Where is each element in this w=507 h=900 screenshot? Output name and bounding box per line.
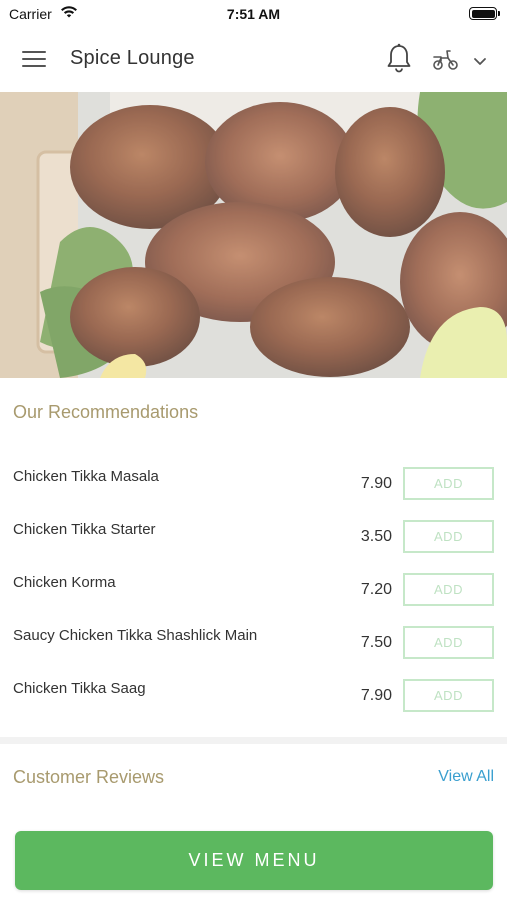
item-price: 7.20 — [360, 581, 392, 598]
restaurant-title: Spice Lounge — [70, 47, 195, 69]
section-divider — [0, 737, 507, 744]
scooter-icon — [433, 50, 458, 70]
recommendations-title: Our Recommendations — [13, 402, 199, 422]
item-name: Chicken Korma — [13, 574, 116, 591]
reviews-title: Customer Reviews — [13, 767, 165, 787]
add-button[interactable]: ADD — [403, 626, 494, 659]
view-all-reviews-link[interactable]: View All — [438, 768, 494, 786]
item-price: 7.50 — [360, 634, 392, 651]
recommendations-list: Chicken Tikka Masala 7.90 ADD Chicken Ti… — [0, 455, 507, 720]
list-item: Chicken Korma 7.20 ADD — [0, 561, 507, 614]
add-button[interactable]: ADD — [403, 467, 494, 500]
delivery-mode-selector[interactable] — [430, 46, 492, 74]
item-price: 7.90 — [360, 475, 392, 492]
list-item: Chicken Tikka Saag 7.90 ADD — [0, 667, 507, 720]
item-name: Chicken Tikka Starter — [13, 521, 156, 538]
list-item: Chicken Tikka Masala 7.90 ADD — [0, 455, 507, 508]
chevron-down-icon — [474, 58, 486, 65]
item-price: 7.90 — [360, 687, 392, 704]
status-time: 7:51 AM — [226, 6, 281, 22]
item-name: Chicken Tikka Masala — [13, 468, 159, 485]
list-item: Chicken Tikka Starter 3.50 ADD — [0, 508, 507, 561]
status-bar: Carrier 7:51 AM — [0, 0, 507, 28]
add-button[interactable]: ADD — [403, 679, 494, 712]
item-price: 3.50 — [360, 528, 392, 545]
add-button[interactable]: ADD — [403, 520, 494, 553]
view-menu-button[interactable]: VIEW MENU — [15, 831, 493, 890]
item-name: Saucy Chicken Tikka Shashlick Main — [13, 627, 258, 644]
hero-food-image — [0, 92, 507, 378]
add-button[interactable]: ADD — [403, 573, 494, 606]
battery-icon — [469, 7, 500, 20]
hamburger-menu-icon[interactable] — [22, 48, 48, 70]
app-header: Spice Lounge — [0, 28, 507, 92]
bell-icon[interactable] — [384, 42, 414, 76]
item-name: Chicken Tikka Saag — [13, 680, 146, 697]
list-item: Saucy Chicken Tikka Shashlick Main 7.50 … — [0, 614, 507, 667]
